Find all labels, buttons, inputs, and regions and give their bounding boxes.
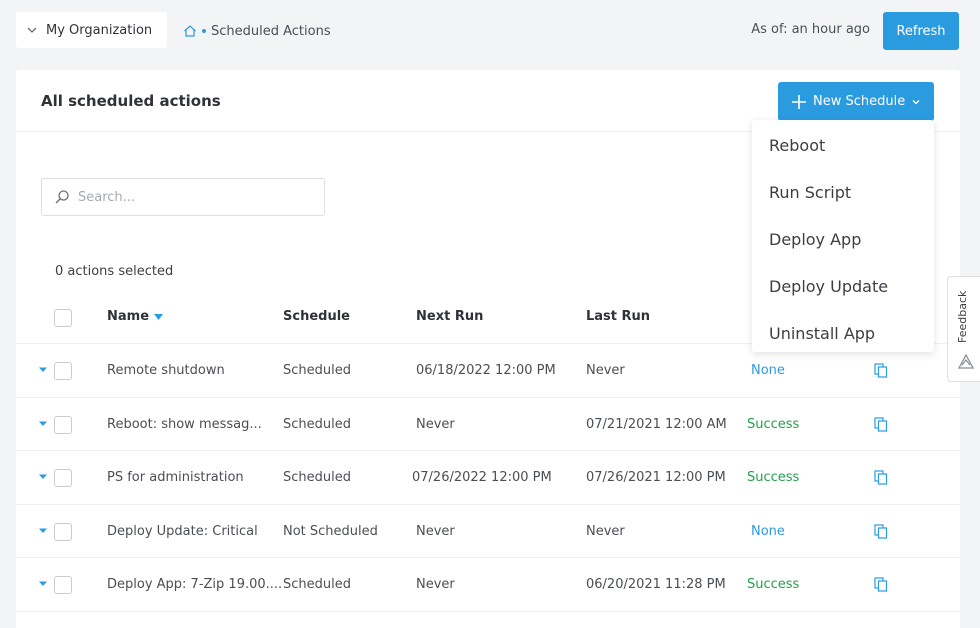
row-schedule: Scheduled — [283, 577, 351, 592]
row-status: None — [751, 523, 785, 539]
menu-item-uninstall-app[interactable]: Uninstall App — [752, 310, 934, 357]
row-last-run: 06/20/2021 11:28 PM — [586, 577, 726, 592]
row-checkbox[interactable] — [54, 415, 72, 434]
copy-icon[interactable] — [873, 576, 889, 592]
row-status: None — [751, 363, 785, 378]
row-checkbox[interactable] — [54, 469, 72, 487]
row-schedule: Scheduled — [283, 363, 351, 378]
feedback-logo-icon — [957, 353, 975, 371]
refresh-button[interactable]: Refresh — [883, 12, 959, 50]
feedback-label: Feedback — [956, 290, 969, 343]
copy-icon[interactable] — [873, 523, 889, 539]
row-next-run: Never — [416, 577, 455, 592]
selected-count: 0 actions selected — [55, 264, 174, 279]
select-all-checkbox[interactable] — [54, 309, 72, 327]
row-schedule: Scheduled — [283, 470, 351, 485]
row-checkbox[interactable] — [54, 362, 72, 380]
row-status: Success — [747, 470, 800, 485]
expand-row-icon[interactable] — [38, 527, 48, 535]
row-checkbox[interactable] — [54, 522, 72, 541]
table-row[interactable]: Deploy App: 7-Zip 19.00.... Scheduled Ne… — [16, 558, 960, 612]
row-last-run: 07/21/2021 12:00 AM — [586, 416, 727, 432]
menu-item-run-script[interactable]: Run Script — [752, 169, 934, 216]
new-schedule-button[interactable]: New Schedule — [778, 82, 934, 121]
menu-item-deploy-update[interactable]: Deploy Update — [752, 263, 934, 310]
row-next-run: Never — [416, 523, 455, 539]
breadcrumb: Scheduled Actions — [183, 22, 331, 40]
column-header-name[interactable]: Name — [107, 309, 164, 324]
copy-icon[interactable] — [873, 469, 889, 485]
row-name[interactable]: Deploy Update: Critical — [107, 524, 258, 539]
copy-icon[interactable] — [873, 362, 889, 378]
row-next-run: 06/18/2022 12:00 PM — [416, 363, 556, 378]
new-schedule-menu: Reboot Run Script Deploy App Deploy Upda… — [752, 120, 934, 352]
organization-label: My Organization — [46, 22, 153, 38]
search-icon — [54, 189, 70, 205]
row-status: Success — [747, 416, 800, 432]
expand-row-icon[interactable] — [38, 580, 48, 588]
column-header-next-run[interactable]: Next Run — [416, 309, 483, 324]
page-title: All scheduled actions — [41, 92, 221, 110]
organization-selector[interactable]: My Organization — [16, 12, 167, 48]
row-last-run: 07/26/2021 12:00 PM — [586, 470, 726, 485]
column-header-schedule[interactable]: Schedule — [283, 309, 350, 324]
home-icon[interactable] — [183, 24, 197, 38]
table-row[interactable]: Deploy Update: Critical Not Scheduled Ne… — [16, 505, 960, 558]
copy-icon[interactable] — [873, 416, 889, 432]
expand-row-icon[interactable] — [38, 366, 48, 374]
row-status: Success — [747, 577, 800, 592]
sort-down-icon — [154, 313, 164, 320]
new-schedule-label: New Schedule — [813, 94, 906, 109]
column-header-name-label: Name — [107, 309, 150, 324]
table-row[interactable]: Reboot: show messag... Scheduled Never 0… — [16, 398, 960, 451]
row-name[interactable]: Reboot: show messag... — [107, 417, 262, 432]
table-row[interactable]: PS for administration Scheduled 07/26/20… — [16, 451, 960, 505]
row-schedule: Not Scheduled — [283, 523, 378, 539]
search-box[interactable] — [41, 178, 325, 216]
row-name[interactable]: Deploy App: 7-Zip 19.00.... — [107, 577, 282, 592]
menu-item-deploy-app[interactable]: Deploy App — [752, 216, 934, 263]
plus-icon — [791, 94, 807, 110]
chevron-down-icon — [26, 24, 40, 36]
breadcrumb-current: Scheduled Actions — [211, 23, 331, 39]
search-input[interactable] — [78, 189, 298, 205]
expand-row-icon[interactable] — [38, 473, 48, 481]
row-name[interactable]: Remote shutdown — [107, 363, 225, 378]
row-name[interactable]: PS for administration — [107, 470, 244, 485]
expand-row-icon[interactable] — [38, 420, 48, 428]
chevron-down-icon — [911, 97, 921, 107]
row-checkbox[interactable] — [54, 576, 72, 594]
row-next-run: 07/26/2022 12:00 PM — [412, 470, 552, 485]
menu-item-reboot[interactable]: Reboot — [752, 122, 934, 169]
feedback-tab[interactable]: Feedback — [947, 276, 980, 382]
row-last-run: Never — [586, 363, 625, 378]
row-next-run: Never — [416, 416, 455, 432]
row-schedule: Scheduled — [283, 416, 351, 432]
last-updated-text: As of: an hour ago — [751, 22, 870, 37]
column-header-last-run[interactable]: Last Run — [586, 309, 650, 324]
row-last-run: Never — [586, 523, 625, 539]
breadcrumb-separator — [202, 29, 206, 33]
